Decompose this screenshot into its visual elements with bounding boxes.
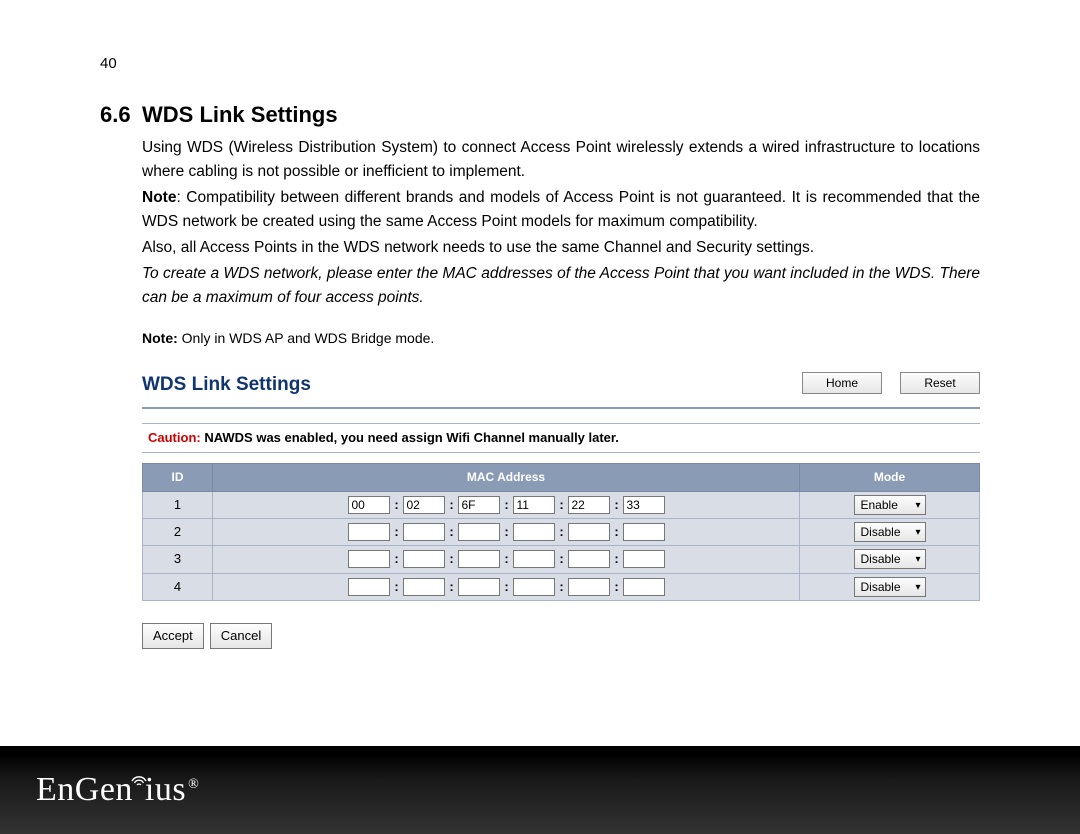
caution-row: Caution: NAWDS was enabled, you need ass… — [142, 423, 980, 453]
col-id: ID — [143, 464, 213, 492]
colon-separator: : — [449, 522, 455, 542]
mac-segment-input[interactable] — [403, 578, 445, 596]
row-id: 3 — [143, 546, 213, 573]
mode-cell: Disable — [800, 519, 980, 546]
colon-separator: : — [614, 577, 620, 597]
cancel-button[interactable]: Cancel — [210, 623, 272, 649]
mac-cell: ::::: — [213, 519, 800, 546]
col-mode: Mode — [800, 464, 980, 492]
mac-cell: ::::: — [213, 491, 800, 518]
mac-segment-input[interactable] — [403, 523, 445, 541]
home-button[interactable]: Home — [802, 372, 882, 394]
mode-select[interactable]: Disable — [854, 577, 926, 597]
wds-table: ID MAC Address Mode 1:::::Enable2:::::Di… — [142, 463, 980, 600]
mac-segment-input[interactable] — [458, 578, 500, 596]
accept-button[interactable]: Accept — [142, 623, 204, 649]
colon-separator: : — [559, 549, 565, 569]
mode-cell: Disable — [800, 573, 980, 600]
mac-cell: ::::: — [213, 573, 800, 600]
page-number: 40 — [100, 55, 980, 72]
colon-separator: : — [614, 495, 620, 515]
mac-segment-input[interactable] — [348, 523, 390, 541]
caution-label: Caution: — [148, 430, 201, 445]
mac-segment-input[interactable] — [513, 496, 555, 514]
mac-segment-input[interactable] — [458, 496, 500, 514]
colon-separator: : — [394, 577, 400, 597]
section-title-text: WDS Link Settings — [142, 102, 338, 127]
footer: EnGenius® — [0, 746, 1080, 834]
section-heading: 6.6WDS Link Settings — [100, 102, 980, 128]
mac-segment-input[interactable] — [568, 550, 610, 568]
mac-segment-input[interactable] — [348, 496, 390, 514]
colon-separator: : — [559, 522, 565, 542]
mac-segment-input[interactable] — [568, 496, 610, 514]
mac-segment-input[interactable] — [513, 578, 555, 596]
mac-segment-input[interactable] — [458, 523, 500, 541]
colon-separator: : — [449, 495, 455, 515]
mac-segment-input[interactable] — [403, 550, 445, 568]
mode-cell: Disable — [800, 546, 980, 573]
mac-segment-input[interactable] — [623, 496, 665, 514]
mode-select[interactable]: Enable — [854, 495, 926, 515]
mac-segment-input[interactable] — [513, 523, 555, 541]
mac-segment-input[interactable] — [623, 550, 665, 568]
mac-segment-input[interactable] — [403, 496, 445, 514]
row-id: 2 — [143, 519, 213, 546]
paragraph-3: Also, all Access Points in the WDS netwo… — [142, 236, 980, 260]
mode-select[interactable]: Disable — [854, 549, 926, 569]
row-id: 1 — [143, 491, 213, 518]
colon-separator: : — [449, 577, 455, 597]
colon-separator: : — [614, 522, 620, 542]
brand-logo: EnGenius® — [36, 771, 199, 809]
mac-segment-input[interactable] — [623, 523, 665, 541]
table-row: 3:::::Disable — [143, 546, 980, 573]
colon-separator: : — [449, 549, 455, 569]
colon-separator: : — [394, 549, 400, 569]
colon-separator: : — [394, 522, 400, 542]
mode-cell: Enable — [800, 491, 980, 518]
mac-segment-input[interactable] — [623, 578, 665, 596]
mode-select[interactable]: Disable — [854, 522, 926, 542]
table-row: 1:::::Enable — [143, 491, 980, 518]
mac-segment-input[interactable] — [568, 578, 610, 596]
mac-segment-input[interactable] — [568, 523, 610, 541]
colon-separator: : — [504, 549, 510, 569]
paragraph-4: To create a WDS network, please enter th… — [142, 262, 980, 310]
col-mac: MAC Address — [213, 464, 800, 492]
wifi-icon — [133, 769, 145, 807]
colon-separator: : — [394, 495, 400, 515]
mac-segment-input[interactable] — [458, 550, 500, 568]
colon-separator: : — [614, 549, 620, 569]
row-id: 4 — [143, 573, 213, 600]
section-number: 6.6 — [100, 102, 142, 128]
caution-text: NAWDS was enabled, you need assign Wifi … — [201, 430, 619, 445]
colon-separator: : — [504, 577, 510, 597]
panel-title: WDS Link Settings — [142, 364, 311, 407]
paragraph-1: Using WDS (Wireless Distribution System)… — [142, 136, 980, 184]
table-row: 4:::::Disable — [143, 573, 980, 600]
reset-button[interactable]: Reset — [900, 372, 980, 394]
wds-panel: WDS Link Settings Home Reset Caution: NA… — [142, 364, 980, 649]
table-row: 2:::::Disable — [143, 519, 980, 546]
paragraph-2: Note: Compatibility between different br… — [142, 186, 980, 234]
colon-separator: : — [504, 495, 510, 515]
colon-separator: : — [559, 577, 565, 597]
mac-segment-input[interactable] — [348, 550, 390, 568]
colon-separator: : — [559, 495, 565, 515]
mac-segment-input[interactable] — [348, 578, 390, 596]
mac-segment-input[interactable] — [513, 550, 555, 568]
mode-note: Note: Only in WDS AP and WDS Bridge mode… — [142, 328, 980, 350]
colon-separator: : — [504, 522, 510, 542]
mac-cell: ::::: — [213, 546, 800, 573]
